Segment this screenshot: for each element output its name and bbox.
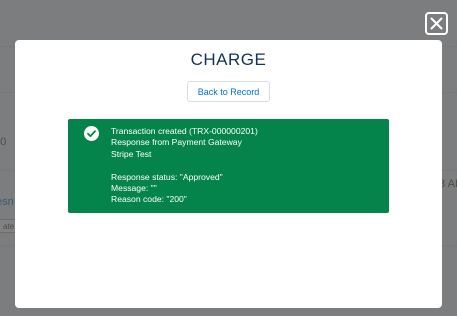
alert-line: Response status: "Approved" (111, 171, 223, 182)
alert-message: Transaction created (TRX-000000201) Resp… (111, 126, 258, 206)
alert-line: Message: "" (111, 182, 157, 193)
success-alert: Transaction created (TRX-000000201) Resp… (68, 119, 389, 213)
check-circle-icon (84, 126, 99, 141)
alert-line: Transaction created (TRX-000000201) (111, 126, 258, 136)
back-to-record-button[interactable]: Back to Record (187, 81, 270, 102)
modal-title: CHARGE (190, 50, 267, 69)
alert-line: Response from Payment Gateway (111, 137, 242, 148)
alert-line: Reason code: "200" (111, 194, 187, 205)
alert-line: Stripe Test (111, 148, 152, 159)
close-icon (430, 17, 443, 30)
close-button[interactable] (425, 12, 448, 35)
charge-modal: CHARGE Back to Record Transaction create… (15, 40, 442, 308)
alert-line (111, 160, 258, 171)
